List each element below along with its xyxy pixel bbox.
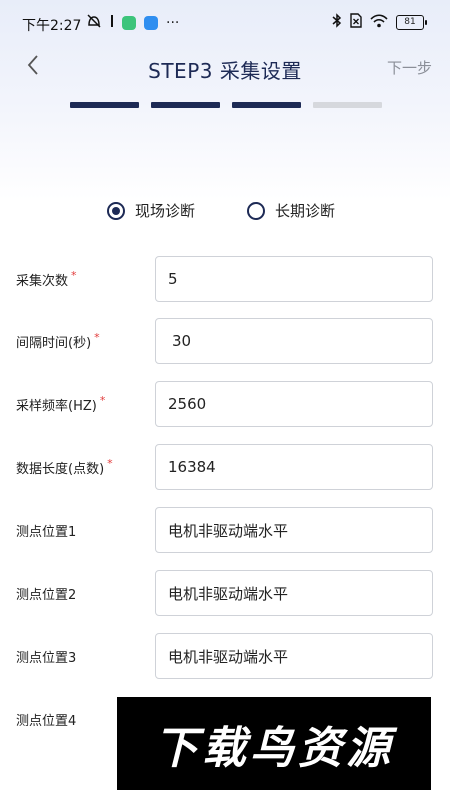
progress-segment-done — [232, 102, 301, 108]
diagnosis-mode-group: 现场诊断 长期诊断 — [107, 200, 335, 221]
status-time: 下午2:27 — [22, 18, 82, 34]
form-row-data-length: 数据长度(点数) * — [0, 444, 450, 490]
field-label: 间隔时间(秒) * — [16, 331, 100, 351]
form-row-interval: 间隔时间(秒) * — [0, 318, 450, 364]
required-mark: * — [107, 457, 113, 470]
no-sim-icon — [350, 13, 362, 32]
mode-longterm-label: 长期诊断 — [275, 202, 336, 220]
app-notification-icon — [122, 15, 136, 30]
step-progress — [70, 102, 382, 108]
field-label: 采样频率(HZ) * — [16, 394, 106, 414]
data-length-input[interactable] — [155, 444, 433, 490]
cloud-app-icon — [144, 15, 158, 30]
sample-rate-input[interactable] — [155, 381, 433, 427]
required-mark: * — [94, 331, 100, 344]
field-label: 测点位置4 — [16, 714, 77, 729]
progress-segment-pending — [313, 102, 382, 108]
field-label: 测点位置2 — [16, 588, 77, 603]
watermark-text: 下载鸟资源 — [154, 722, 394, 774]
point-position-2-input[interactable] — [155, 570, 433, 616]
status-right-icons: 81 — [332, 13, 427, 32]
bluetooth-icon — [332, 13, 342, 32]
required-mark: * — [71, 269, 77, 282]
mode-onsite-label: 现场诊断 — [135, 202, 196, 220]
sim-icon — [110, 13, 114, 32]
interval-input[interactable] — [155, 318, 433, 364]
page-title: STEP3 采集设置 — [148, 59, 302, 83]
point-position-1-input[interactable] — [155, 507, 433, 553]
field-label: 测点位置1 — [16, 525, 77, 540]
mode-onsite-radio[interactable]: 现场诊断 — [107, 200, 195, 221]
form-row-collect-count: 采集次数 * — [0, 256, 450, 302]
form-row-point-1: 测点位置1 — [0, 507, 450, 553]
form-row-sample-rate: 采样频率(HZ) * — [0, 381, 450, 427]
form-row-point-3: 测点位置3 — [0, 633, 450, 679]
field-label: 测点位置3 — [16, 651, 77, 666]
field-label: 采集次数 * — [16, 269, 77, 289]
point-position-3-input[interactable] — [155, 633, 433, 679]
wifi-icon — [370, 13, 388, 32]
field-label: 数据长度(点数) * — [16, 457, 113, 477]
required-mark: * — [99, 394, 106, 407]
next-step-button[interactable]: 下一步 — [387, 57, 432, 78]
radio-unchecked-icon — [247, 201, 266, 220]
status-bar: 下午2:27 ··· 81 — [0, 0, 450, 42]
more-notifications-icon: ··· — [166, 14, 180, 31]
watermark-banner: 下载鸟资源 — [117, 697, 431, 790]
progress-segment-done — [70, 102, 139, 108]
mode-longterm-radio[interactable]: 长期诊断 — [247, 200, 335, 221]
collect-count-input[interactable] — [155, 256, 433, 302]
status-left-icons: ··· — [86, 13, 179, 32]
progress-segment-done — [151, 102, 220, 108]
do-not-disturb-icon — [86, 13, 102, 32]
battery-icon: 81 — [396, 15, 427, 30]
radio-checked-icon — [107, 201, 125, 220]
form-row-point-2: 测点位置2 — [0, 570, 450, 616]
